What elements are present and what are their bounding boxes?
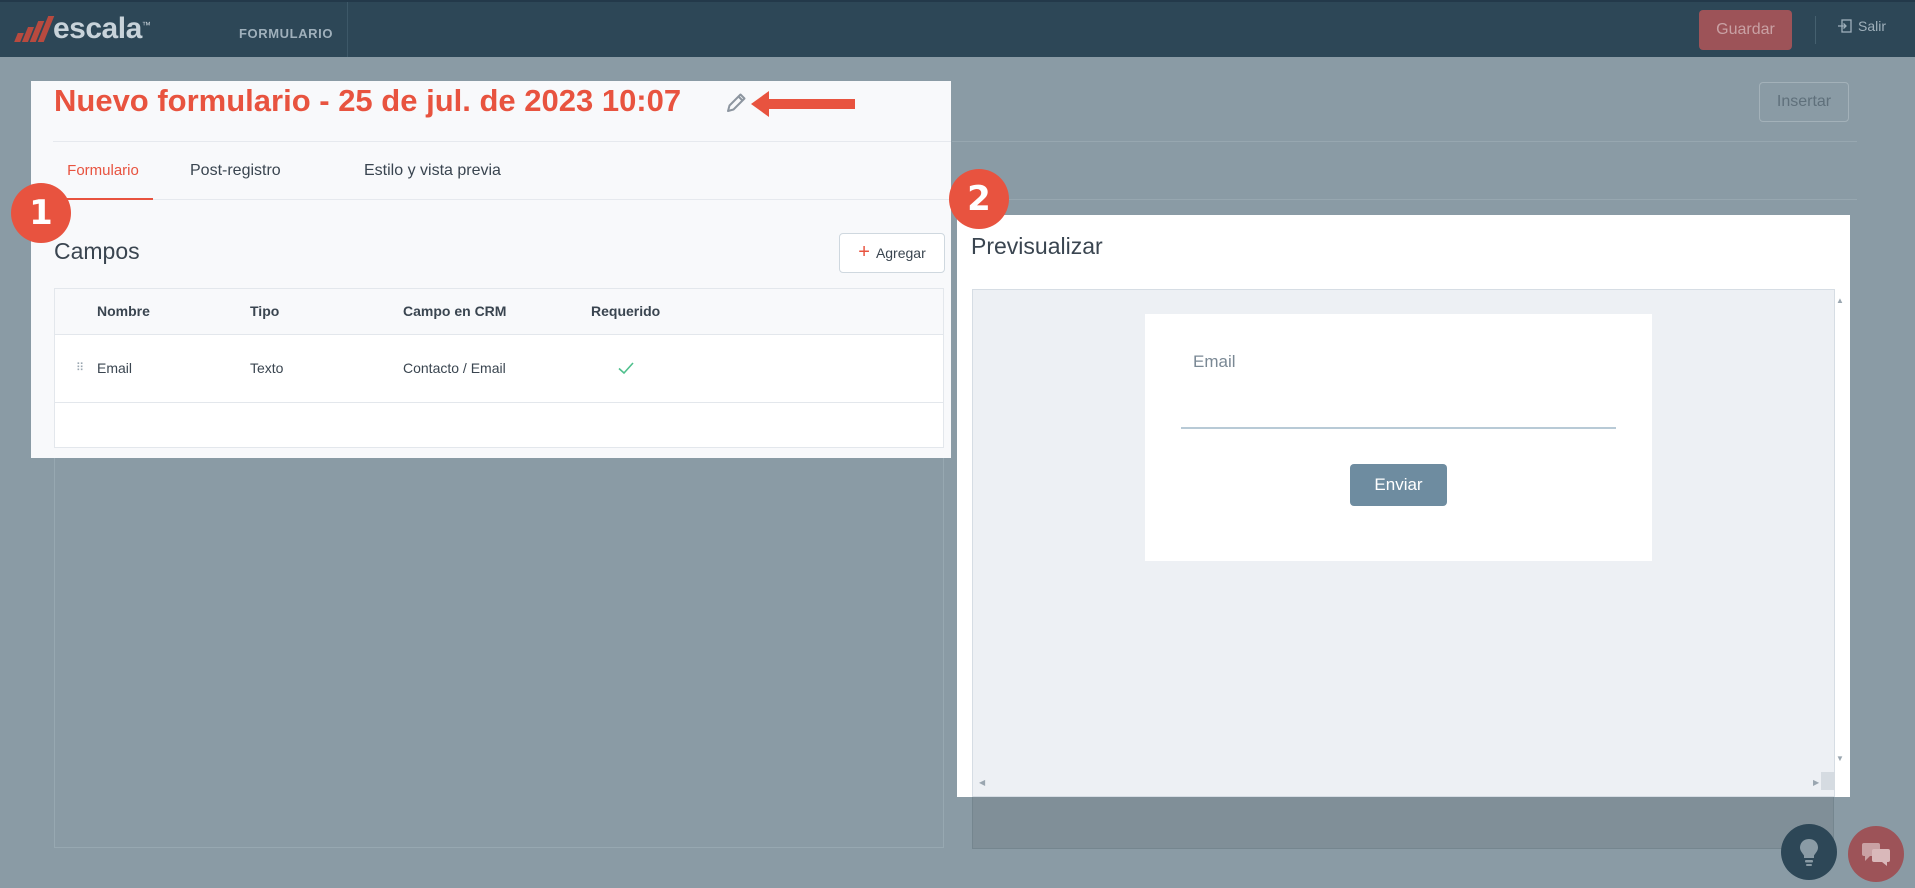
insert-button[interactable]: Insertar <box>1759 82 1849 122</box>
tab-formulario[interactable]: Formulario <box>53 142 153 200</box>
topbar-divider <box>1815 16 1816 44</box>
step-badge-2: 2 <box>949 169 1009 229</box>
tab-estilo-vista-previa[interactable]: Estilo y vista previa <box>364 142 501 200</box>
column-header-nombre[interactable]: Nombre <box>97 303 150 319</box>
table-row[interactable]: ⠿ Email Texto Contacto / Email <box>55 335 943 403</box>
exit-label: Salir <box>1858 18 1887 34</box>
cell-nombre: Email <box>97 360 133 376</box>
form-preview: Email Enviar <box>1145 314 1652 561</box>
background-fields-panel <box>54 456 944 848</box>
logo-bars-icon <box>14 16 55 42</box>
form-tabs: Formulario Post-registro Estilo y vista … <box>53 142 951 200</box>
form-title: Nuevo formulario - 25 de jul. de 2023 10… <box>54 83 682 118</box>
background-divider <box>952 199 1857 200</box>
section-label: FORMULARIO <box>239 26 334 41</box>
check-icon <box>618 362 634 375</box>
scroll-up-icon[interactable]: ▲ <box>1836 296 1844 305</box>
email-field-label: Email <box>1193 352 1236 371</box>
pencil-icon[interactable] <box>723 90 749 116</box>
email-field[interactable] <box>1181 427 1616 429</box>
background-preview-panel <box>972 794 1834 849</box>
exit-icon <box>1838 19 1852 33</box>
arrow-left-icon <box>751 91 855 117</box>
plus-icon: + <box>858 241 870 263</box>
cell-tipo: Texto <box>250 360 284 376</box>
form-editor-card: Nuevo formulario - 25 de jul. de 2023 10… <box>31 81 951 458</box>
preview-card: Previsualizar ▲ ▼ ◀ ▶ Email Enviar <box>957 215 1850 797</box>
fields-table: Nombre Tipo Campo en CRM Requerido ⠿ Ema… <box>54 288 944 448</box>
escala-logo[interactable]: escala ™ <box>14 12 151 46</box>
help-button[interactable] <box>1781 824 1837 880</box>
submit-button[interactable]: Enviar <box>1350 464 1447 506</box>
exit-button[interactable]: Salir <box>1837 18 1886 34</box>
add-field-button[interactable]: + Agregar <box>839 233 945 273</box>
background-divider <box>952 141 1857 142</box>
add-field-label: Agregar <box>875 245 926 261</box>
top-navigation-bar: escala ™ FORMULARIO Guardar Salir <box>0 0 1915 57</box>
tab-post-registro[interactable]: Post-registro <box>190 142 281 200</box>
drag-handle-icon[interactable]: ⠿ <box>76 361 84 374</box>
chat-button[interactable] <box>1848 826 1904 882</box>
column-header-campo-crm[interactable]: Campo en CRM <box>403 303 506 319</box>
scroll-left-icon[interactable]: ◀ <box>979 778 985 787</box>
column-header-tipo[interactable]: Tipo <box>250 303 279 319</box>
column-header-requerido[interactable]: Requerido <box>591 303 660 319</box>
lightbulb-icon <box>1800 839 1818 866</box>
fields-section-title: Campos <box>54 238 140 264</box>
cell-campo-crm: Contacto / Email <box>403 360 506 376</box>
logo-text: escala <box>53 12 142 45</box>
logo-trademark: ™ <box>141 20 151 30</box>
preview-frame[interactable]: ▲ ▼ ◀ ▶ Email Enviar <box>972 289 1844 797</box>
chat-icon <box>1862 843 1890 866</box>
section-indicator: FORMULARIO <box>222 2 348 57</box>
preview-title: Previsualizar <box>971 233 1103 259</box>
scrollbar-corner <box>1821 772 1835 790</box>
save-button[interactable]: Guardar <box>1699 10 1792 50</box>
scroll-right-icon[interactable]: ▶ <box>1813 778 1819 787</box>
step-badge-1: 1 <box>11 183 71 243</box>
scroll-down-icon[interactable]: ▼ <box>1836 754 1844 763</box>
table-header: Nombre Tipo Campo en CRM Requerido <box>55 289 943 335</box>
